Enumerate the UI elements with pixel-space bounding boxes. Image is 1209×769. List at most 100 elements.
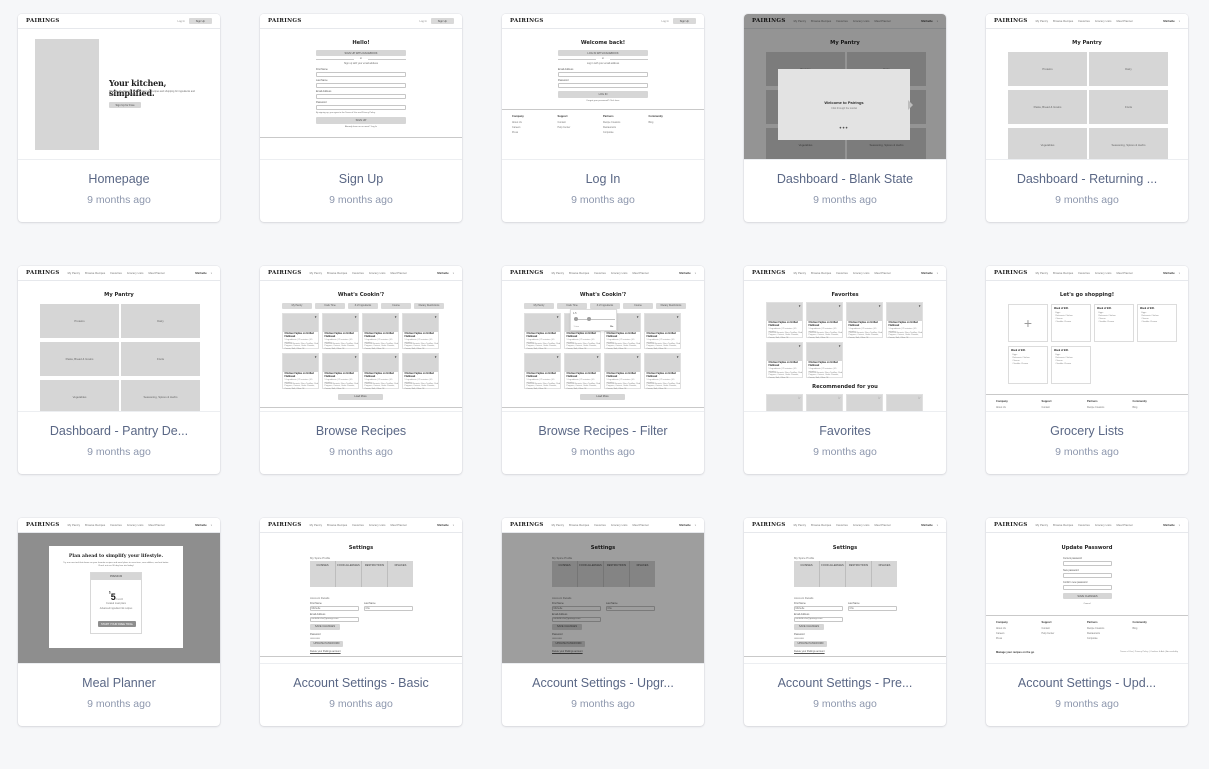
- pantry-tile[interactable]: Proteins: [1008, 52, 1087, 86]
- footer-link[interactable]: Careers: [996, 632, 1042, 635]
- load-more-button[interactable]: Load More: [580, 394, 625, 400]
- new-password-input[interactable]: [1063, 572, 1112, 578]
- chevron-down-icon[interactable]: ▾: [695, 272, 696, 275]
- thumbnail-favorites[interactable]: PAIRINGS My Pantry Browse Recipes Favori…: [744, 266, 946, 412]
- grocery-list-card[interactable]: Week of 9/21 Eggs Rotisserie Chicken Che…: [1137, 304, 1177, 342]
- modal-next-arrow-icon[interactable]: [908, 99, 913, 110]
- favorite-heart-icon[interactable]: ♥: [435, 355, 437, 359]
- recipe-card[interactable]: ♥ Chicken Fajitas on Grilled Flatbread 5…: [644, 353, 681, 390]
- welcome-modal[interactable]: Welcome to Pairings Click through the tu…: [778, 69, 913, 140]
- recipe-card[interactable]: ♥ Chicken Fajitas on Grilled Flatbread 5…: [322, 313, 359, 350]
- nav-link-grocery-lists[interactable]: Grocery Lists: [1095, 20, 1112, 23]
- grocery-list-card[interactable]: Week of 9/21 Eggs Rotisserie Chicken Che…: [1094, 304, 1134, 342]
- filter-chip-dietary[interactable]: Dietary Restrictions: [414, 303, 444, 309]
- recipe-card[interactable]: ♡: [886, 394, 923, 411]
- save-password-button[interactable]: SAVE CHANGES: [1063, 593, 1112, 599]
- footer-link[interactable]: Contact: [1042, 406, 1088, 409]
- save-changes-button[interactable]: SAVE CHANGES: [794, 624, 824, 630]
- screen-card-settings-premium[interactable]: PAIRINGS My Pantry Browse Recipes Favori…: [744, 518, 946, 726]
- screen-card-grocery-lists[interactable]: PAIRINGS My Pantry Browse Recipes Favori…: [986, 266, 1188, 474]
- nav-link-grocery-lists[interactable]: Grocery Lists: [127, 524, 144, 527]
- nav-link-browse-recipes[interactable]: Browse Recipes: [1053, 524, 1073, 527]
- nav-link-my-pantry[interactable]: My Pantry: [552, 272, 565, 275]
- nav-link-favorites[interactable]: Favorites: [836, 524, 848, 527]
- facebook-signup-button[interactable]: SIGN UP WITH FACEBOOK: [316, 50, 406, 56]
- screen-card-settings-basic[interactable]: PAIRINGS My Pantry Browse Recipes Favori…: [260, 518, 462, 726]
- nav-link-grocery-lists[interactable]: Grocery Lists: [127, 272, 144, 275]
- plus-icon[interactable]: +: [1024, 316, 1032, 330]
- thumbnail-browse-filter[interactable]: PAIRINGS My Pantry Browse Recipes Favori…: [502, 266, 704, 412]
- forgot-password-link[interactable]: Forgot your password? Click here: [502, 100, 704, 102]
- thumbnail-signup[interactable]: PAIRINGS Log In Sign Up Hello! SIGN UP W…: [260, 14, 462, 160]
- hero-cta-button[interactable]: Sign Up for Free: [109, 102, 141, 108]
- screen-card-settings-upgrade[interactable]: PAIRINGS My Pantry Browse Recipes Favori…: [502, 518, 704, 726]
- filter-chip-course[interactable]: Course: [381, 303, 411, 309]
- screen-card-dashboard-returning[interactable]: PAIRINGS My Pantry Browse Recipes Favori…: [986, 14, 1188, 222]
- confirm-password-input[interactable]: [1063, 584, 1112, 590]
- save-changes-button[interactable]: SAVE CHANGES: [310, 624, 340, 630]
- recipe-card[interactable]: ♥ Chicken Fajitas on Grilled Flatbread 5…: [402, 353, 439, 390]
- pantry-tile[interactable]: Dairy: [121, 304, 200, 338]
- filter-popover[interactable]: 1-5 1 item 10+: [570, 309, 617, 331]
- tab-cuisines[interactable]: CUISINES: [310, 561, 336, 587]
- nav-link-meal-planner[interactable]: Meal Planner: [632, 524, 648, 527]
- nav-link-my-pantry[interactable]: My Pantry: [1036, 272, 1049, 275]
- footer-link[interactable]: Blog: [649, 121, 695, 124]
- nav-link-meal-planner[interactable]: Meal Planner: [390, 272, 406, 275]
- footer-link[interactable]: Press: [996, 637, 1042, 640]
- favorite-heart-icon[interactable]: ♥: [315, 315, 317, 319]
- thumbnail-settings-premium[interactable]: PAIRINGS My Pantry Browse Recipes Favori…: [744, 518, 946, 664]
- nav-link-grocery-lists[interactable]: Grocery Lists: [853, 524, 870, 527]
- user-name[interactable]: Michelle: [437, 271, 448, 275]
- modal-overlay[interactable]: [502, 533, 704, 663]
- signup-submit-button[interactable]: SIGN UP: [316, 117, 406, 124]
- thumbnail-settings-password[interactable]: PAIRINGS My Pantry Browse Recipes Favori…: [986, 518, 1188, 664]
- filter-chip-course[interactable]: Course: [623, 303, 653, 309]
- nav-link-meal-planner[interactable]: Meal Planner: [148, 524, 164, 527]
- nav-link-my-pantry[interactable]: My Pantry: [794, 272, 807, 275]
- spice-profile-tabs[interactable]: CUISINES FOOD ALLERGIES RESTRICTIONS DIS…: [794, 561, 897, 587]
- slider-handle-min[interactable]: [574, 317, 579, 322]
- pantry-tile[interactable]: Seasoning, Spices & Herbs: [121, 380, 200, 411]
- last-name-input[interactable]: [364, 605, 413, 611]
- thumbnail-dashboard-returning[interactable]: PAIRINGS My Pantry Browse Recipes Favori…: [986, 14, 1188, 160]
- recipe-card[interactable]: ♥ Chicken Fajitas on Grilled Flatbread 5…: [524, 353, 561, 390]
- recipe-card[interactable]: ♥ Chicken Fajitas on Grilled Flatbread 5…: [846, 302, 883, 339]
- recipe-card[interactable]: ♥ Chicken Fajitas on Grilled Flatbread 5…: [524, 313, 561, 350]
- favorite-heart-icon[interactable]: ♡: [798, 396, 801, 400]
- nav-link-favorites[interactable]: Favorites: [836, 272, 848, 275]
- slider-track[interactable]: [574, 319, 615, 320]
- last-name-input[interactable]: [848, 605, 897, 611]
- favorite-heart-icon[interactable]: ♥: [557, 355, 559, 359]
- favorite-heart-icon[interactable]: ♥: [315, 355, 317, 359]
- nav-link-grocery-lists[interactable]: Grocery Lists: [611, 272, 628, 275]
- nav-link-meal-planner[interactable]: Meal Planner: [390, 524, 406, 527]
- user-name[interactable]: Michelle: [679, 271, 690, 275]
- nav-link-my-pantry[interactable]: My Pantry: [310, 524, 323, 527]
- screen-card-favorites[interactable]: PAIRINGS My Pantry Browse Recipes Favori…: [744, 266, 946, 474]
- pantry-tile[interactable]: Pasta, Bread & Grains: [1008, 90, 1087, 124]
- thumbnail-homepage[interactable]: PAIRINGS Log In Sign Up Your kitchen, si…: [18, 14, 220, 160]
- update-password-button[interactable]: UPDATE PASSWORD: [310, 641, 343, 647]
- nav-link-grocery-lists[interactable]: Grocery Lists: [611, 524, 628, 527]
- nav-link-my-pantry[interactable]: My Pantry: [794, 524, 807, 527]
- recipe-card[interactable]: ♡: [806, 394, 843, 411]
- cancel-link[interactable]: Cancel: [986, 603, 1188, 605]
- signup-button[interactable]: Sign Up: [672, 18, 696, 24]
- login-submit-button[interactable]: LOG IN: [558, 91, 648, 98]
- nav-link-my-pantry[interactable]: My Pantry: [68, 272, 81, 275]
- footer-link[interactable]: Recipe Creators: [603, 121, 649, 124]
- nav-link-grocery-lists[interactable]: Grocery Lists: [853, 272, 870, 275]
- nav-link-favorites[interactable]: Favorites: [110, 272, 122, 275]
- nav-link-my-pantry[interactable]: My Pantry: [310, 272, 323, 275]
- screen-card-meal-planner[interactable]: PAIRINGS My Pantry Browse Recipes Favori…: [18, 518, 220, 726]
- pantry-tile[interactable]: Fruits: [121, 342, 200, 376]
- footer-link[interactable]: Restaurants: [603, 126, 649, 129]
- footer-link[interactable]: About Us: [996, 627, 1042, 630]
- user-name[interactable]: Michelle: [679, 523, 690, 527]
- nav-link-meal-planner[interactable]: Meal Planner: [1116, 524, 1132, 527]
- nav-link-browse-recipes[interactable]: Browse Recipes: [1053, 20, 1073, 23]
- start-trial-button[interactable]: START YOUR FREE TRIAL: [98, 621, 136, 627]
- nav-link-browse-recipes[interactable]: Browse Recipes: [811, 272, 831, 275]
- footer-link[interactable]: About Us: [512, 121, 558, 124]
